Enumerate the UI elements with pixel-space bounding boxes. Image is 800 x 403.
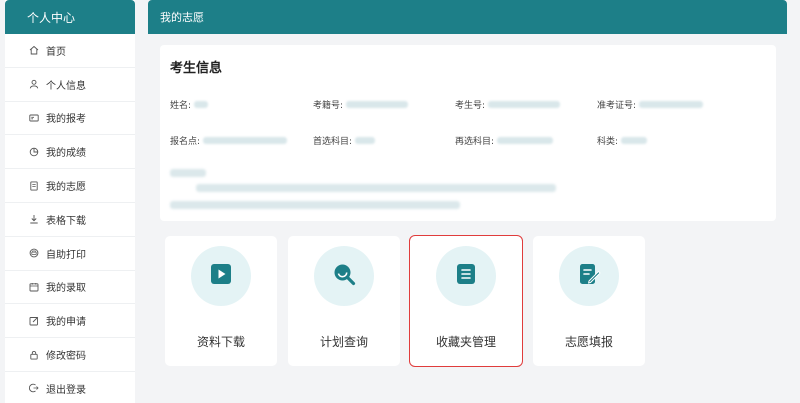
exam-no-label: 考生号: (455, 101, 486, 111)
sidebar-item-label: 表格下载 (46, 215, 86, 227)
search-icon (331, 261, 357, 291)
second-subject-value-redacted (497, 137, 554, 144)
redacted-text (170, 169, 206, 177)
printer-icon (29, 248, 39, 258)
category-label: 科类: (597, 137, 619, 147)
sidebar-item-my-registration[interactable]: 我的报考 (5, 101, 135, 136)
user-icon (29, 79, 39, 89)
list-icon (453, 261, 479, 291)
student-info-card: 考生信息 姓名: 考籍号: 考生号: 准考证号: 报名点: 首选科目: 再选科目… (160, 45, 776, 221)
play-icon (208, 261, 234, 291)
sidebar-item-label: 我的志愿 (46, 182, 86, 194)
sidebar: 个人中心 首页 个人信息 我的报考 我的成绩 我的志愿 表格下载 自助打印 我的… (5, 0, 135, 403)
category-value-redacted (621, 137, 648, 144)
edit-icon (29, 316, 39, 326)
home-icon (29, 45, 39, 55)
sidebar-item-label: 首页 (46, 46, 66, 58)
first-subject-value-redacted (355, 137, 376, 144)
sidebar-item-self-print[interactable]: 自助打印 (5, 236, 135, 271)
sidebar-item-label: 修改密码 (46, 351, 86, 363)
reg-no-value-redacted (346, 101, 409, 108)
sidebar-item-label: 我的报考 (46, 114, 86, 126)
reg-no-label: 考籍号: (313, 101, 344, 111)
tile-icon-bg (314, 246, 374, 306)
sidebar-item-label: 我的录取 (46, 283, 86, 295)
redacted-text (196, 184, 556, 192)
sidebar-item-my-scores[interactable]: 我的成绩 (5, 135, 135, 170)
name-value-redacted (194, 101, 209, 108)
calendar-icon (29, 282, 39, 292)
tile-label: 资料下载 (196, 335, 245, 349)
second-subject-field: 再选科目: (455, 134, 554, 147)
tile-favorites-management[interactable]: 收藏夹管理 (409, 235, 523, 367)
sidebar-item-label: 退出登录 (46, 384, 86, 396)
lock-icon (29, 350, 39, 360)
sidebar-title: 个人中心 (5, 0, 135, 34)
reg-no-field: 考籍号: (313, 98, 409, 111)
card-icon (29, 113, 39, 123)
exam-no-field: 考生号: (455, 98, 561, 111)
document-icon (29, 181, 39, 191)
tile-label: 志愿填报 (564, 335, 613, 349)
pie-chart-icon (29, 147, 39, 157)
sidebar-item-my-wishes[interactable]: 我的志愿 (5, 169, 135, 203)
sidebar-item-my-admission[interactable]: 我的录取 (5, 270, 135, 305)
main-panel: 我的志愿 考生信息 姓名: 考籍号: 考生号: 准考证号: 报名点: 首选科目: (148, 0, 787, 403)
name-field: 姓名: (170, 98, 209, 111)
site-value-redacted (203, 137, 288, 144)
page-title: 我的志愿 (148, 0, 787, 34)
tile-icon-bg (436, 246, 496, 306)
tile-material-download[interactable]: 资料下载 (165, 236, 277, 366)
tile-label: 收藏夹管理 (435, 335, 496, 349)
tile-plan-query[interactable]: 计划查询 (288, 236, 400, 366)
tile-icon-bg (559, 246, 619, 306)
sidebar-item-home[interactable]: 首页 (5, 34, 135, 68)
edit-form-icon (576, 261, 602, 291)
tile-label: 计划查询 (319, 335, 368, 349)
first-subject-field: 首选科目: (313, 134, 376, 147)
name-label: 姓名: (170, 101, 192, 111)
ticket-no-value-redacted (639, 101, 704, 108)
sidebar-item-form-download[interactable]: 表格下载 (5, 202, 135, 237)
category-field: 科类: (597, 134, 648, 147)
second-subject-label: 再选科目: (455, 137, 495, 147)
sidebar-item-my-application[interactable]: 我的申请 (5, 304, 135, 339)
site-label: 报名点: (170, 137, 201, 147)
sidebar-item-change-password[interactable]: 修改密码 (5, 338, 135, 372)
sidebar-item-logout[interactable]: 退出登录 (5, 371, 135, 403)
sidebar-item-label: 我的申请 (46, 317, 86, 329)
tile-wish-filling[interactable]: 志愿填报 (533, 236, 645, 366)
ticket-no-field: 准考证号: (597, 98, 704, 111)
sidebar-item-label: 个人信息 (46, 80, 86, 92)
ticket-no-label: 准考证号: (597, 101, 637, 111)
sidebar-item-label: 我的成绩 (46, 148, 86, 160)
logout-icon (29, 383, 39, 393)
student-info-title: 考生信息 (170, 61, 223, 76)
redacted-text (170, 201, 460, 209)
sidebar-item-label: 自助打印 (46, 249, 86, 261)
site-field: 报名点: (170, 134, 288, 147)
download-icon (29, 214, 39, 224)
sidebar-item-profile[interactable]: 个人信息 (5, 67, 135, 102)
tile-icon-bg (191, 246, 251, 306)
exam-no-value-redacted (488, 101, 561, 108)
first-subject-label: 首选科目: (313, 137, 353, 147)
